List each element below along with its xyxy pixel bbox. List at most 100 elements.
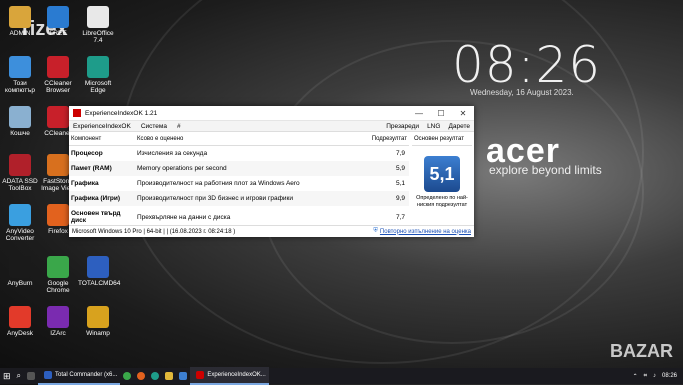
row-score: 9,9 — [369, 191, 409, 206]
network-icon[interactable]: ⌗ — [644, 373, 647, 380]
desktop-icon[interactable]: TOTALCMD64 — [78, 256, 121, 287]
desktop-icon-image — [9, 6, 31, 28]
taskbar-item-label: ExperienceIndexOK... — [207, 372, 266, 378]
explorer-icon[interactable] — [165, 372, 174, 380]
taskbar: ⊞ ⌕ Total Commander (x6... ExperienceInd… — [0, 367, 683, 385]
base-score-header: Основен резултат — [412, 133, 472, 146]
task-view-icon[interactable] — [27, 372, 36, 380]
desktop-icon-label: AnyDesk — [6, 330, 33, 337]
desktop-icon[interactable]: CCleaner Browser — [38, 56, 78, 94]
desktop-icon[interactable]: FREE — [38, 6, 78, 37]
rerun-assessment-link[interactable]: Повторно изпълнение на оценка — [380, 229, 471, 235]
firefox-icon[interactable] — [137, 372, 146, 380]
status-bar: Microsoft Windows 10 Pro | 64-bit | | (1… — [69, 225, 474, 237]
column-header-rated: Ксово е оценено — [135, 133, 370, 146]
desktop-icon-label: Winamp — [86, 330, 110, 337]
desktop-icon-image — [47, 56, 69, 78]
base-score-panel: Основен резултат 5,1 Определено по най-н… — [412, 133, 472, 228]
desktop-icon-label: ADATA SSD ToolBox — [2, 178, 38, 192]
desktop-icon-image — [87, 306, 109, 328]
row-score: 5,9 — [369, 161, 409, 176]
desktop-icon-label: LibreOffice 7.4 — [82, 30, 114, 44]
desktop-icon[interactable]: ADATA SSD ToolBox — [0, 154, 40, 192]
row-rated: Производителност при 3D бизнес и игрови … — [135, 191, 370, 206]
row-rated: Изчисления за секунда — [137, 150, 208, 157]
window-title: ExperienceIndexOK 1.21 — [85, 109, 158, 117]
desktop-icon[interactable]: LibreOffice 7.4 — [78, 6, 118, 44]
table-row[interactable]: Графика Производителност на работния пло… — [69, 176, 409, 191]
row-score: 7,9 — [395, 150, 405, 157]
base-score-caption: Определено по най-ниския подрезултат — [416, 195, 468, 208]
edge-icon[interactable] — [151, 372, 160, 380]
desktop-icon-label: IZArc — [50, 330, 66, 337]
taskbar-item-total-commander[interactable]: Total Commander (x6... — [38, 367, 121, 385]
system-info: Microsoft Windows 10 Pro | 64-bit | | (1… — [72, 228, 236, 235]
desktop-icon-label: Кошче — [10, 130, 30, 137]
desktop-icon-label: FREE — [49, 30, 67, 37]
menu-hash[interactable]: # — [177, 123, 181, 130]
tray-chevron-icon[interactable]: ⌃ — [633, 373, 638, 380]
experienceindexok-icon — [196, 371, 205, 379]
close-button[interactable]: ✕ — [452, 109, 474, 118]
desktop-clock: 08:26 — [452, 36, 602, 94]
column-header-subscore: Подрезултат — [369, 133, 409, 146]
desktop-icon[interactable]: Този компютър — [0, 56, 40, 94]
desktop-icon-label: ADMIN — [9, 30, 31, 37]
window-titlebar[interactable]: ExperienceIndexOK 1.21 — ☐ ✕ — [69, 106, 474, 121]
minimize-button[interactable]: — — [408, 109, 430, 118]
desktop-icon[interactable]: IZArc — [38, 306, 78, 337]
desktop-icon[interactable]: Winamp — [78, 306, 118, 337]
desktop-icon-image — [47, 6, 69, 28]
menu-donate[interactable]: Дарете — [448, 123, 470, 130]
desktop-icon-image — [9, 106, 31, 128]
search-icon: ⌕ — [16, 371, 22, 380]
column-header-component: Компонент — [69, 133, 135, 146]
table-row[interactable]: Памет (RAM) Memory operations per second… — [69, 161, 409, 176]
start-button[interactable]: ⊞ — [0, 368, 14, 384]
desktop-icon[interactable]: AnyBurn — [0, 256, 40, 287]
desktop-icon-label: TOTALCMD64 — [78, 280, 121, 287]
desktop-icon-label: CCleaner Browser — [44, 80, 72, 94]
menu-bar: ExperienceIndexOK Система # Презареди LN… — [69, 121, 474, 132]
menu-reload[interactable]: Презареди — [386, 123, 419, 130]
taskbar-clock[interactable]: 08:26 — [662, 373, 677, 379]
maximize-button[interactable]: ☐ — [430, 109, 452, 118]
row-rated: Производителност на работния плот за Win… — [137, 180, 300, 187]
row-component: Графика — [71, 180, 99, 187]
desktop-icon-image — [9, 256, 31, 278]
taskbar-item-label: Total Commander (x6... — [55, 372, 118, 378]
menu-system[interactable]: Система — [141, 123, 167, 130]
desktop-icon[interactable]: Microsoft Edge — [78, 56, 118, 94]
menu-lng[interactable]: LNG — [427, 123, 440, 130]
menu-experienceindexok[interactable]: ExperienceIndexOK — [73, 123, 131, 130]
chrome-icon[interactable] — [123, 372, 132, 380]
score-table: Компонент Ксово е оценено Подрезултат Пр… — [69, 133, 409, 228]
desktop-date: Wednesday, 16 August 2023. — [470, 88, 574, 97]
desktop-icon-image — [47, 256, 69, 278]
desktop-icon-label: Този компютър — [5, 80, 35, 94]
app-icon — [73, 109, 81, 117]
windows-icon: ⊞ — [3, 370, 11, 381]
shield-icon: ⛨ — [373, 228, 378, 234]
table-row[interactable]: Графика (Игри) Производителност при 3D б… — [69, 191, 409, 206]
acer-tagline: explore beyond limits — [489, 163, 602, 177]
store-icon[interactable] — [179, 372, 188, 380]
table-row[interactable]: Процесор Изчисления за секунда 7,9 — [69, 146, 409, 162]
desktop-icon[interactable]: ADMIN — [0, 6, 40, 37]
desktop-icon[interactable]: AnyVideo Converter — [0, 204, 40, 242]
desktop-icon[interactable]: AnyDesk — [0, 306, 40, 337]
taskbar-item-experienceindexok[interactable]: ExperienceIndexOK... — [190, 367, 269, 385]
corner-watermark: BAZAR — [610, 341, 673, 361]
row-component: Процесор — [71, 150, 103, 157]
volume-icon[interactable]: ♪ — [653, 373, 656, 379]
row-component: Памет (RAM) — [69, 161, 135, 176]
desktop-icon[interactable]: Google Chrome — [38, 256, 78, 294]
desktop-icon-image — [9, 154, 31, 176]
desktop-icon-label: AnyVideo Converter — [5, 228, 35, 242]
system-tray: ⌃ ⌗ ♪ 08:26 — [633, 373, 683, 380]
base-score-badge: 5,1 — [424, 156, 460, 192]
search-button[interactable]: ⌕ — [14, 368, 24, 384]
desktop-icon[interactable]: Кошче — [0, 106, 40, 137]
row-rated: Memory operations per second — [135, 161, 370, 176]
experience-index-window[interactable]: ExperienceIndexOK 1.21 — ☐ ✕ ExperienceI… — [69, 106, 474, 237]
